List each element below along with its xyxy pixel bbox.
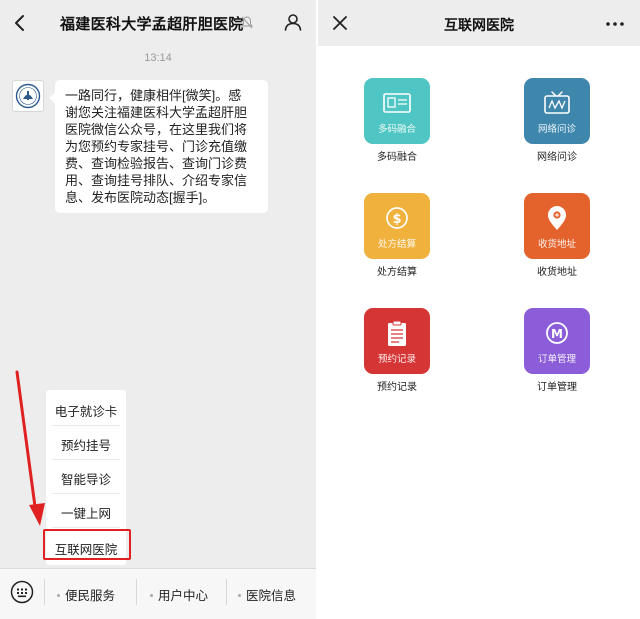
dollar-icon: $ — [386, 207, 408, 229]
menu-dot-icon — [57, 594, 60, 598]
menu-divider — [52, 527, 120, 528]
webview-title: 互联网医院 — [444, 17, 514, 33]
menu-dot-icon — [150, 594, 153, 598]
tile-delivery-address[interactable]: 收货地址 — [524, 193, 590, 259]
highlight-box-internet-hospital — [43, 529, 131, 560]
tab-label: 医院信息 — [246, 589, 297, 603]
tile-appointment-records[interactable]: 预约记录 — [364, 308, 430, 374]
tile-inner-label: 订单管理 — [537, 354, 576, 365]
tile-inner-label: 预约记录 — [377, 354, 416, 365]
tile-inner-label: 网络问诊 — [537, 124, 576, 135]
menu-dot-icon — [238, 594, 241, 598]
tile-order-management[interactable]: M 订单管理 — [524, 308, 590, 374]
chat-title: 福建医科大学孟超肝胆医院 — [60, 16, 244, 33]
tab-separator — [44, 579, 45, 605]
message-line: 为您预约专家挂号、门诊充值缴 — [65, 139, 248, 154]
more-icon[interactable] — [606, 22, 624, 26]
tile-label: 多码融合 — [377, 152, 417, 163]
tile-multi-code[interactable]: 多码融合 — [364, 78, 430, 144]
message-bubble: 一路同行，健康相伴[微笑]。感 谢您关注福建医科大学孟超肝胆 医院微信公众号，在… — [55, 80, 268, 213]
message-line: 谢您关注福建医科大学孟超肝胆 — [65, 105, 248, 120]
tab-hospital-info[interactable]: 医院信息 — [238, 585, 296, 604]
tile-label: 收货地址 — [537, 267, 577, 278]
menu-item-smart-guide[interactable]: 智能导诊 — [46, 469, 126, 488]
menu-divider — [52, 459, 120, 460]
location-pin-icon — [548, 206, 566, 230]
svg-text:$: $ — [392, 212, 401, 227]
svg-text:M: M — [551, 327, 563, 341]
message-line: 费、查询检验报告、查询门诊费 — [65, 156, 248, 171]
tab-user-center[interactable]: 用户中心 — [150, 585, 208, 604]
profile-icon[interactable] — [283, 12, 303, 32]
m-badge-icon: M — [546, 322, 568, 344]
back-icon[interactable] — [10, 13, 30, 33]
menu-divider — [52, 425, 120, 426]
tab-label: 便民服务 — [65, 589, 116, 603]
tile-label: 网络问诊 — [537, 152, 577, 163]
tile-label: 订单管理 — [537, 382, 577, 393]
webview-header: 互联网医院 — [318, 0, 640, 46]
tile-inner-label: 处方结算 — [377, 239, 416, 250]
keyboard-icon[interactable] — [10, 580, 34, 604]
menu-item-e-card[interactable]: 电子就诊卡 — [46, 401, 126, 420]
message-line: 医院微信公众号，在这里我们将 — [65, 122, 248, 137]
menu-divider — [52, 493, 120, 494]
message-line: 息、发布医院动态[握手]。 — [65, 190, 216, 205]
tile-online-consult[interactable]: 网络问诊 — [524, 78, 590, 144]
clipboard-icon — [388, 320, 406, 346]
tab-label: 用户中心 — [158, 589, 209, 603]
message-line: 一路同行，健康相伴[微笑]。感 — [65, 88, 242, 103]
menu-item-wifi[interactable]: 一键上网 — [46, 503, 126, 522]
tv-consult-icon — [544, 91, 570, 114]
tile-inner-label: 多码融合 — [377, 124, 416, 135]
tile-label: 预约记录 — [377, 382, 417, 393]
tab-separator — [226, 579, 227, 605]
tile-label: 处方结算 — [377, 267, 417, 278]
chat-panel: 福建医科大学孟超肝胆医院 13:14 一路同行，健康相伴[微笑]。感 谢您关注福… — [0, 0, 316, 619]
tile-prescription-payment[interactable]: $ 处方结算 — [364, 193, 430, 259]
hospital-avatar[interactable] — [12, 80, 44, 112]
hospital-logo-icon — [15, 83, 41, 109]
tile-inner-label: 收货地址 — [537, 239, 576, 250]
tab-separator — [136, 579, 137, 605]
message-timestamp: 13:14 — [144, 52, 172, 64]
tab-convenience-service[interactable]: 便民服务 — [57, 585, 115, 604]
id-card-icon — [383, 93, 411, 113]
menu-item-appointment[interactable]: 预约挂号 — [46, 435, 126, 454]
bottom-menu-bar: 便民服务 用户中心 医院信息 — [0, 568, 316, 619]
webview-panel: 互联网医院 多码融合 多码融合 网络问诊 网络问诊 $ 处方结算 处方结算 收货… — [318, 0, 640, 619]
message-line: 用、查询挂号排队、介绍专家信 — [65, 173, 248, 188]
mute-icon — [241, 16, 253, 29]
chat-header: 福建医科大学孟超肝胆医院 — [0, 0, 316, 46]
